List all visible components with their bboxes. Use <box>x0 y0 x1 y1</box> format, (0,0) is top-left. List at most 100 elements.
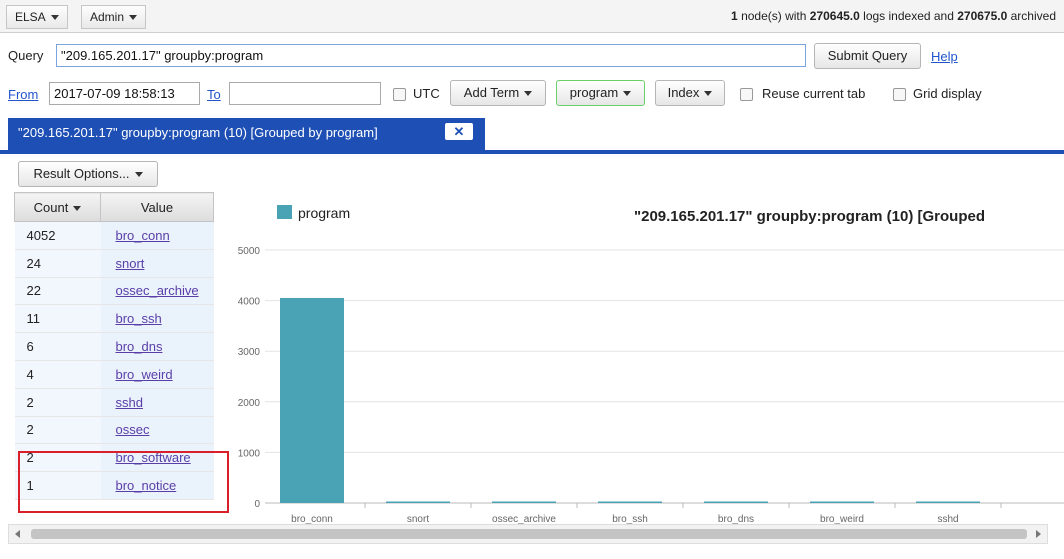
table-row: 6 bro_dns <box>14 332 214 361</box>
row-count: 6 <box>14 332 101 361</box>
bar-bro_weird[interactable] <box>810 501 874 504</box>
elsa-menu-button[interactable]: ELSA <box>6 5 68 29</box>
row-value-link[interactable]: bro_dns <box>116 339 163 354</box>
tab-query-result[interactable]: "209.165.201.17" groupby:program (10) [G… <box>8 118 485 150</box>
row-count: 4052 <box>14 221 101 250</box>
status-text: node(s) with <box>737 9 810 23</box>
tab-underline <box>0 150 1064 154</box>
scrollbar-thumb[interactable] <box>31 529 1027 539</box>
count-header-label: Count <box>33 199 69 215</box>
to-date-input[interactable] <box>229 82 381 105</box>
add-term-label: Add Term <box>463 85 520 100</box>
y-tick-label: 3000 <box>238 347 261 358</box>
bar-ossec_archive[interactable] <box>492 501 556 504</box>
program-groupby-button[interactable]: program <box>556 80 645 106</box>
index-button[interactable]: Index <box>655 80 725 106</box>
row-value-link[interactable]: snort <box>116 256 145 271</box>
node-count: 1 <box>731 9 738 23</box>
row-value-cell: sshd <box>100 388 214 417</box>
row-value-cell: ossec <box>100 416 214 445</box>
table-row: 2 ossec <box>14 416 214 445</box>
admin-menu-label: Admin <box>90 10 125 24</box>
status-text: logs indexed and <box>859 9 958 23</box>
y-tick-label: 5000 <box>238 246 261 257</box>
legend-label: program <box>298 205 350 221</box>
program-label: program <box>569 85 619 100</box>
y-tick-label: 2000 <box>238 398 261 409</box>
row-count: 4 <box>14 360 101 389</box>
scroll-left-icon[interactable] <box>15 530 20 538</box>
from-date-input[interactable] <box>49 82 200 105</box>
reuse-tab-checkbox[interactable] <box>740 88 753 101</box>
tab-label: "209.165.201.17" groupby:program (10) [G… <box>18 125 378 140</box>
caret-down-icon <box>50 15 59 21</box>
y-tick-label: 1000 <box>238 448 261 459</box>
table-row: 11 bro_ssh <box>14 304 214 334</box>
legend-swatch <box>277 205 292 219</box>
elsa-menu-label: ELSA <box>15 10 46 24</box>
help-link[interactable]: Help <box>931 49 958 64</box>
caret-down-icon <box>623 91 632 97</box>
row-value-cell: bro_ssh <box>100 304 214 334</box>
row-value-link[interactable]: ossec <box>116 422 150 437</box>
row-value-cell: bro_conn <box>100 221 214 250</box>
row-value-cell: snort <box>100 249 214 278</box>
scroll-right-icon[interactable] <box>1036 530 1041 538</box>
utc-label: UTC <box>413 86 440 101</box>
row-value-cell: bro_weird <box>100 360 214 389</box>
sort-caret-icon <box>73 205 82 211</box>
table-row: 24 snort <box>14 249 214 278</box>
row-value-cell: bro_dns <box>100 332 214 361</box>
row-count: 2 <box>14 388 101 417</box>
reuse-tab-label: Reuse current tab <box>762 86 866 101</box>
bar-sshd[interactable] <box>916 501 980 504</box>
highlight-box <box>18 451 229 513</box>
horizontal-scrollbar[interactable] <box>8 524 1048 544</box>
y-tick-label: 0 <box>254 499 260 510</box>
query-input[interactable] <box>56 44 806 67</box>
row-value-link[interactable]: bro_weird <box>116 367 173 382</box>
row-value-link[interactable]: bro_conn <box>116 228 170 243</box>
close-icon[interactable]: ✕ <box>445 123 473 140</box>
caret-down-icon <box>704 91 713 97</box>
result-options-label: Result Options... <box>33 166 130 181</box>
from-link[interactable]: From <box>8 87 38 102</box>
row-count: 22 <box>14 277 101 306</box>
bar-chart: 010002000300040005000bro_conn snort ossec_… <box>238 205 1064 525</box>
value-column-header: Value <box>100 192 214 222</box>
row-count: 24 <box>14 249 101 278</box>
row-count: 2 <box>14 416 101 445</box>
row-value-link[interactable]: ossec_archive <box>116 283 199 298</box>
caret-down-icon <box>129 15 138 21</box>
to-link[interactable]: To <box>207 87 221 102</box>
status-text: archived <box>1007 9 1056 23</box>
index-label: Index <box>667 85 700 100</box>
submit-query-button[interactable]: Submit Query <box>814 43 921 69</box>
bar-snort[interactable] <box>386 501 450 504</box>
caret-down-icon <box>524 91 533 97</box>
caret-down-icon <box>134 172 143 178</box>
grid-display-checkbox[interactable] <box>893 88 906 101</box>
row-count: 11 <box>14 304 101 334</box>
table-row: 4052 bro_conn <box>14 221 214 250</box>
row-value-link[interactable]: bro_ssh <box>116 311 162 326</box>
row-value-link[interactable]: sshd <box>116 395 143 410</box>
result-options-button[interactable]: Result Options... <box>18 161 158 187</box>
utc-checkbox[interactable] <box>393 88 406 101</box>
row-value-cell: ossec_archive <box>100 277 214 306</box>
table-row: 22 ossec_archive <box>14 277 214 306</box>
query-label: Query <box>8 48 44 63</box>
archived-count: 270675.0 <box>957 9 1008 23</box>
logs-indexed-count: 270645.0 <box>809 9 860 23</box>
bar-bro_dns[interactable] <box>704 501 768 504</box>
admin-menu-button[interactable]: Admin <box>81 5 147 29</box>
count-column-header[interactable]: Count <box>14 192 101 222</box>
index-status: 1 node(s) with 270645.0 logs indexed and… <box>731 9 1056 23</box>
table-row: 4 bro_weird <box>14 360 214 389</box>
add-term-button[interactable]: Add Term <box>450 80 546 106</box>
bar-bro_conn[interactable] <box>280 297 344 503</box>
grid-display-label: Grid display <box>913 86 982 101</box>
table-row: 2 sshd <box>14 388 214 417</box>
y-tick-label: 4000 <box>238 297 261 308</box>
bar-bro_ssh[interactable] <box>598 501 662 504</box>
